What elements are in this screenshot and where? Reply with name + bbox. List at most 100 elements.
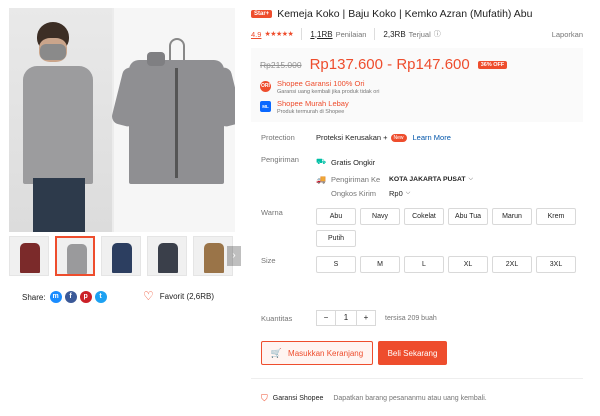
- rating-value[interactable]: 4.9: [251, 30, 261, 39]
- color-option[interactable]: Marun: [492, 208, 532, 225]
- decrease-button[interactable]: −: [317, 311, 335, 325]
- divider: [374, 28, 376, 40]
- current-price: Rp137.600 - Rp147.600: [309, 56, 470, 73]
- main-product-image[interactable]: [9, 8, 235, 232]
- twitter-icon[interactable]: t: [94, 291, 107, 303]
- action-buttons: 🛒 Masukkan Keranjang Beli Sekarang: [261, 341, 447, 365]
- color-variant-row: Warna Abu Navy Cokelat Abu Tua Marun Krem Puti…: [261, 208, 578, 247]
- shipping-cost-line: Ongkos Kirim Rp0 ⌵: [316, 186, 473, 200]
- shipping-details: ⛟ Gratis Ongkir 🚚 Pengiriman Ke KOTA JAK…: [316, 155, 473, 200]
- free-shipping-icon: ⛟: [316, 157, 327, 166]
- color-option[interactable]: Cokelat: [404, 208, 444, 225]
- color-option[interactable]: Navy: [360, 208, 400, 225]
- facebook-icon[interactable]: f: [64, 291, 77, 303]
- guarantee-murah-subtitle: Produk termurah di Shopee: [277, 109, 345, 115]
- ori-badge-icon: ORI: [260, 81, 271, 92]
- protection-text: Proteksi Kerusakan +: [316, 133, 388, 142]
- messenger-icon[interactable]: m: [49, 291, 62, 303]
- star-plus-badge: Star+: [251, 10, 273, 18]
- favorite-button[interactable]: ♡ Favorit (2,6RB): [143, 289, 214, 303]
- protection-label: Protection: [261, 133, 295, 142]
- add-to-cart-label: Masukkan Keranjang: [288, 348, 364, 358]
- shipping-cost-label: Ongkos Kirim: [331, 188, 377, 198]
- color-options: Abu Navy Cokelat Abu Tua Marun Krem Putih: [316, 208, 578, 247]
- pinterest-icon[interactable]: p: [79, 291, 92, 303]
- sold-label: Terjual: [408, 29, 431, 39]
- divider: [301, 28, 303, 40]
- thumbnail-shirt: [158, 243, 178, 273]
- size-option[interactable]: 3XL: [536, 256, 576, 273]
- learn-more-link[interactable]: Learn More: [413, 133, 451, 142]
- guarantee-footer-desc: Dapatkan barang pesananmu atau uang kemb…: [333, 395, 487, 402]
- shirt-placket: [175, 68, 178, 178]
- stock-text: tersisa 209 buah: [385, 314, 437, 322]
- size-variant-row: Size S M L XL 2XL 3XL: [261, 256, 578, 273]
- guarantee-ori-title: Shopee Garansi 100% Ori: [277, 79, 365, 88]
- hanging-mask: [147, 52, 165, 66]
- heart-icon: ♡: [143, 289, 154, 303]
- chevron-down-icon[interactable]: ⌵: [469, 176, 474, 183]
- rating-count[interactable]: 1,1RB: [310, 30, 332, 39]
- info-icon[interactable]: ⓘ: [434, 29, 441, 39]
- cart-icon: 🛒: [270, 347, 283, 358]
- guarantee-ori-subtitle: Garansi uang kembali jika produk tidak o…: [277, 89, 380, 95]
- rating-count-label: Penilaian: [335, 29, 367, 39]
- favorite-label: Favorit (2,6RB): [159, 291, 214, 301]
- free-shipping-line: ⛟ Gratis Ongkir: [316, 155, 473, 169]
- product-info: Star+ Kemeja Koko | Baju Koko | Kemko Az…: [251, 8, 593, 122]
- size-options: S M L XL 2XL 3XL: [316, 256, 578, 273]
- size-option[interactable]: S: [316, 256, 356, 273]
- color-option[interactable]: Abu: [316, 208, 356, 225]
- size-label: Size: [261, 256, 276, 265]
- shipping-row: Pengiriman ⛟ Gratis Ongkir 🚚 Pengiriman …: [261, 155, 473, 200]
- add-to-cart-button[interactable]: 🛒 Masukkan Keranjang: [261, 341, 373, 365]
- size-option[interactable]: L: [404, 256, 444, 273]
- thumbnail-image[interactable]: [9, 236, 49, 276]
- ship-to-dropdown[interactable]: KOTA JAKARTA PUSAT: [389, 176, 466, 183]
- hanger-icon: [169, 38, 185, 62]
- thumbnail-shirt: [20, 243, 40, 273]
- quantity-input[interactable]: 1: [335, 311, 357, 325]
- thumbnail-image[interactable]: [147, 236, 187, 276]
- model-pants: [33, 178, 85, 232]
- guarantee-murah-title: Shopee Murah Lebay: [277, 99, 349, 108]
- report-link[interactable]: Laporkan: [552, 30, 583, 39]
- guarantee-footer: ⛉ Garansi Shopee Dapatkan barang pesanan…: [261, 393, 487, 404]
- color-option[interactable]: Abu Tua: [448, 208, 488, 225]
- ship-to-label: Pengiriman Ke: [331, 174, 381, 184]
- size-option[interactable]: M: [360, 256, 400, 273]
- sold-count: 2,3RB: [383, 29, 406, 39]
- share-label: Share:: [22, 292, 46, 302]
- thumbnail-strip: ‹ ›: [9, 236, 241, 276]
- quantity-stepper: − 1 +: [316, 310, 376, 326]
- protection-row: Protection Proteksi Kerusakan + New Lear…: [261, 133, 451, 142]
- color-label: Warna: [261, 208, 283, 217]
- shipping-label: Pengiriman: [261, 155, 299, 164]
- thumbnail-image[interactable]: [101, 236, 141, 276]
- rating-stars-icon: ★★★★★: [264, 31, 294, 38]
- chevron-down-icon[interactable]: ⌵: [406, 190, 411, 197]
- thumbnail-shirt: [67, 244, 87, 274]
- guarantee-footer-title: Garansi Shopee: [272, 395, 324, 402]
- increase-button[interactable]: +: [357, 311, 375, 325]
- color-option[interactable]: Krem: [536, 208, 576, 225]
- color-option[interactable]: Putih: [316, 230, 356, 247]
- thumbnail-shirt: [204, 243, 224, 273]
- share-row: Share: mfpt: [22, 291, 110, 303]
- buy-now-button[interactable]: Beli Sekarang: [378, 341, 447, 365]
- ship-to-line: 🚚 Pengiriman Ke KOTA JAKARTA PUSAT ⌵: [316, 172, 473, 186]
- social-icons: mfpt: [49, 291, 110, 303]
- thumbnail-image[interactable]: [55, 236, 95, 276]
- guarantee-murah-lebay[interactable]: ML Shopee Murah Lebay Produk termurah di…: [260, 99, 574, 115]
- murah-lebay-icon: ML: [260, 101, 271, 112]
- new-badge: New: [390, 133, 407, 142]
- guarantee-ori[interactable]: ORI Shopee Garansi 100% Ori Garansi uang…: [260, 79, 574, 95]
- free-shipping-text: Gratis Ongkir: [331, 157, 376, 167]
- thumbnail-shirt: [112, 243, 132, 273]
- model-shirt: [23, 66, 93, 184]
- size-option[interactable]: XL: [448, 256, 488, 273]
- model-face-mask: [40, 44, 66, 60]
- shipping-cost-dropdown[interactable]: Rp0: [389, 189, 403, 198]
- size-option[interactable]: 2XL: [492, 256, 532, 273]
- thumbnail-next-arrow-icon[interactable]: ›: [227, 246, 241, 266]
